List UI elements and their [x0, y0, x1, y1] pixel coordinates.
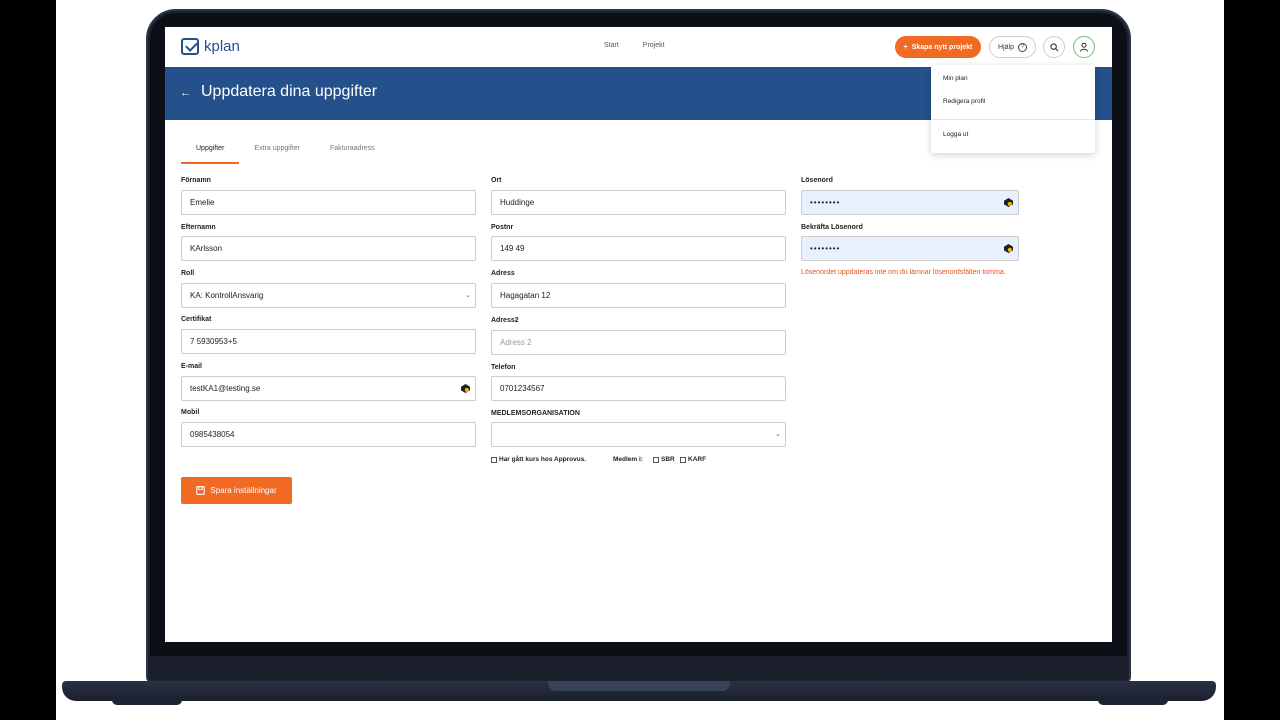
city-value: Huddinge	[500, 198, 535, 207]
tab-details[interactable]: Uppgifter	[181, 139, 240, 164]
user-dropdown-menu: Min plan Redigera profil Logga ut	[931, 65, 1095, 153]
plus-icon: +	[903, 43, 908, 51]
email-field[interactable]: testKA1@testing.se	[181, 376, 476, 401]
user-menu-button[interactable]	[1073, 36, 1095, 58]
save-settings-button[interactable]: Spara inställningar	[181, 477, 292, 504]
help-label: Hjälp	[998, 43, 1014, 51]
password-value: ••••••••	[810, 198, 841, 207]
tab-billing-address[interactable]: Fakturaadress	[315, 139, 390, 164]
lastname-field[interactable]: KArlsson	[181, 236, 476, 261]
phone-field[interactable]: 0701234567	[491, 376, 786, 401]
save-icon	[196, 486, 206, 495]
new-project-button[interactable]: + Skapa nytt projekt	[895, 36, 981, 58]
logo-text: kplan	[204, 38, 240, 55]
page-title: Uppdatera dina uppgifter	[201, 83, 378, 100]
password-field[interactable]: ••••••••	[801, 190, 1019, 215]
menu-item-edit-profile[interactable]: Redigera profil	[943, 98, 985, 105]
email-value: testKA1@testing.se	[190, 384, 261, 393]
role-select[interactable]: KA: KontrollAnsvarig ⌄	[181, 283, 476, 308]
chevron-down-icon: ⌄	[465, 292, 471, 299]
checkbox-box[interactable]	[680, 456, 686, 463]
sbr-checkbox[interactable]: SBR	[653, 456, 675, 463]
tabs: Uppgifter Extra uppgifter Fakturaadress	[181, 139, 390, 164]
new-project-label: Skapa nytt projekt	[911, 43, 973, 51]
top-bar: kplan Start Projekt + Skapa nytt projekt…	[165, 27, 1112, 67]
certificate-label: Certifikat	[181, 316, 212, 323]
password-label: Lösenord	[801, 177, 833, 184]
chevron-down-icon: ⌄	[775, 431, 781, 438]
role-value: KA: KontrollAnsvarig	[190, 291, 264, 300]
confirm-password-value: ••••••••	[810, 244, 841, 253]
organisation-select[interactable]: ⌄	[491, 422, 786, 447]
address-field[interactable]: Hagagatan 12	[491, 283, 786, 308]
organisation-label: MEDLEMSORGANISATION	[491, 410, 580, 417]
menu-item-my-plan[interactable]: Min plan	[943, 75, 968, 82]
menu-item-logout[interactable]: Logga ut	[943, 131, 968, 138]
course-checkbox[interactable]: Har gått kurs hos Approvus.	[491, 456, 586, 463]
course-label: Har gått kurs hos Approvus.	[499, 456, 587, 463]
main-nav: Start Projekt	[604, 42, 665, 49]
confirm-password-field[interactable]: ••••••••	[801, 236, 1019, 261]
tab-extra-details[interactable]: Extra uppgifter	[239, 139, 315, 164]
save-label: Spara inställningar	[210, 486, 277, 495]
firstname-field[interactable]: Emelie	[181, 190, 476, 215]
back-arrow-icon[interactable]: ←	[180, 87, 191, 99]
lastname-value: KArlsson	[190, 244, 223, 253]
address-value: Hagagatan 12	[500, 291, 551, 300]
checkbox-box[interactable]	[491, 456, 497, 463]
address2-field[interactable]: Adress 2	[491, 330, 786, 355]
app-screen: kplan Start Projekt + Skapa nytt projekt…	[165, 27, 1112, 642]
firstname-label: Förnamn	[181, 177, 211, 184]
karf-checkbox[interactable]: KARF	[680, 456, 706, 463]
lastname-label: Efternamn	[181, 224, 216, 231]
city-field[interactable]: Huddinge	[491, 190, 786, 215]
city-label: Ort	[491, 177, 502, 184]
zip-field[interactable]: 149 49	[491, 236, 786, 261]
mobile-value: 0985438054	[190, 430, 235, 439]
question-icon: ?	[1017, 42, 1027, 52]
mobile-field[interactable]: 0985438054	[181, 422, 476, 447]
sbr-label: SBR	[661, 456, 675, 463]
laptop-chin	[150, 656, 1127, 680]
confirm-password-label: Bekräfta Lösenord	[801, 224, 863, 231]
certificate-field[interactable]: 7 5930953+5	[181, 329, 476, 354]
firstname-value: Emelie	[190, 198, 215, 207]
zip-value: 149 49	[500, 244, 525, 253]
address-label: Adress	[491, 270, 515, 277]
email-label: E-mail	[181, 363, 203, 370]
laptop-foot-left	[112, 700, 182, 705]
menu-divider	[931, 119, 1095, 120]
address2-placeholder: Adress 2	[500, 338, 532, 347]
address2-label: Adress2	[491, 317, 519, 324]
laptop-foot-right	[1098, 700, 1168, 705]
laptop-notch	[548, 681, 730, 691]
search-button[interactable]	[1043, 36, 1065, 58]
certificate-value: 7 5930953+5	[190, 337, 237, 346]
logo-icon	[181, 38, 199, 55]
phone-value: 0701234567	[500, 384, 545, 393]
password-manager-icon[interactable]	[461, 384, 470, 394]
nav-start[interactable]: Start	[604, 42, 619, 49]
checkbox-box[interactable]	[653, 456, 659, 463]
nav-projects[interactable]: Projekt	[643, 42, 665, 49]
phone-label: Telefon	[491, 364, 516, 371]
help-button[interactable]: Hjälp ?	[989, 36, 1036, 58]
mobile-label: Mobil	[181, 409, 200, 416]
logo[interactable]: kplan	[181, 38, 240, 55]
password-warning: Lösenordet uppdateras inte om du lämnar …	[801, 269, 1006, 276]
member-label: Medlem i:	[613, 456, 643, 463]
karf-label: KARF	[688, 456, 707, 463]
password-manager-icon[interactable]	[1004, 198, 1013, 208]
password-manager-icon[interactable]	[1004, 244, 1013, 254]
role-label: Roll	[181, 270, 195, 277]
user-icon	[1080, 42, 1088, 52]
search-icon	[1049, 42, 1058, 51]
zip-label: Postnr	[491, 224, 514, 231]
